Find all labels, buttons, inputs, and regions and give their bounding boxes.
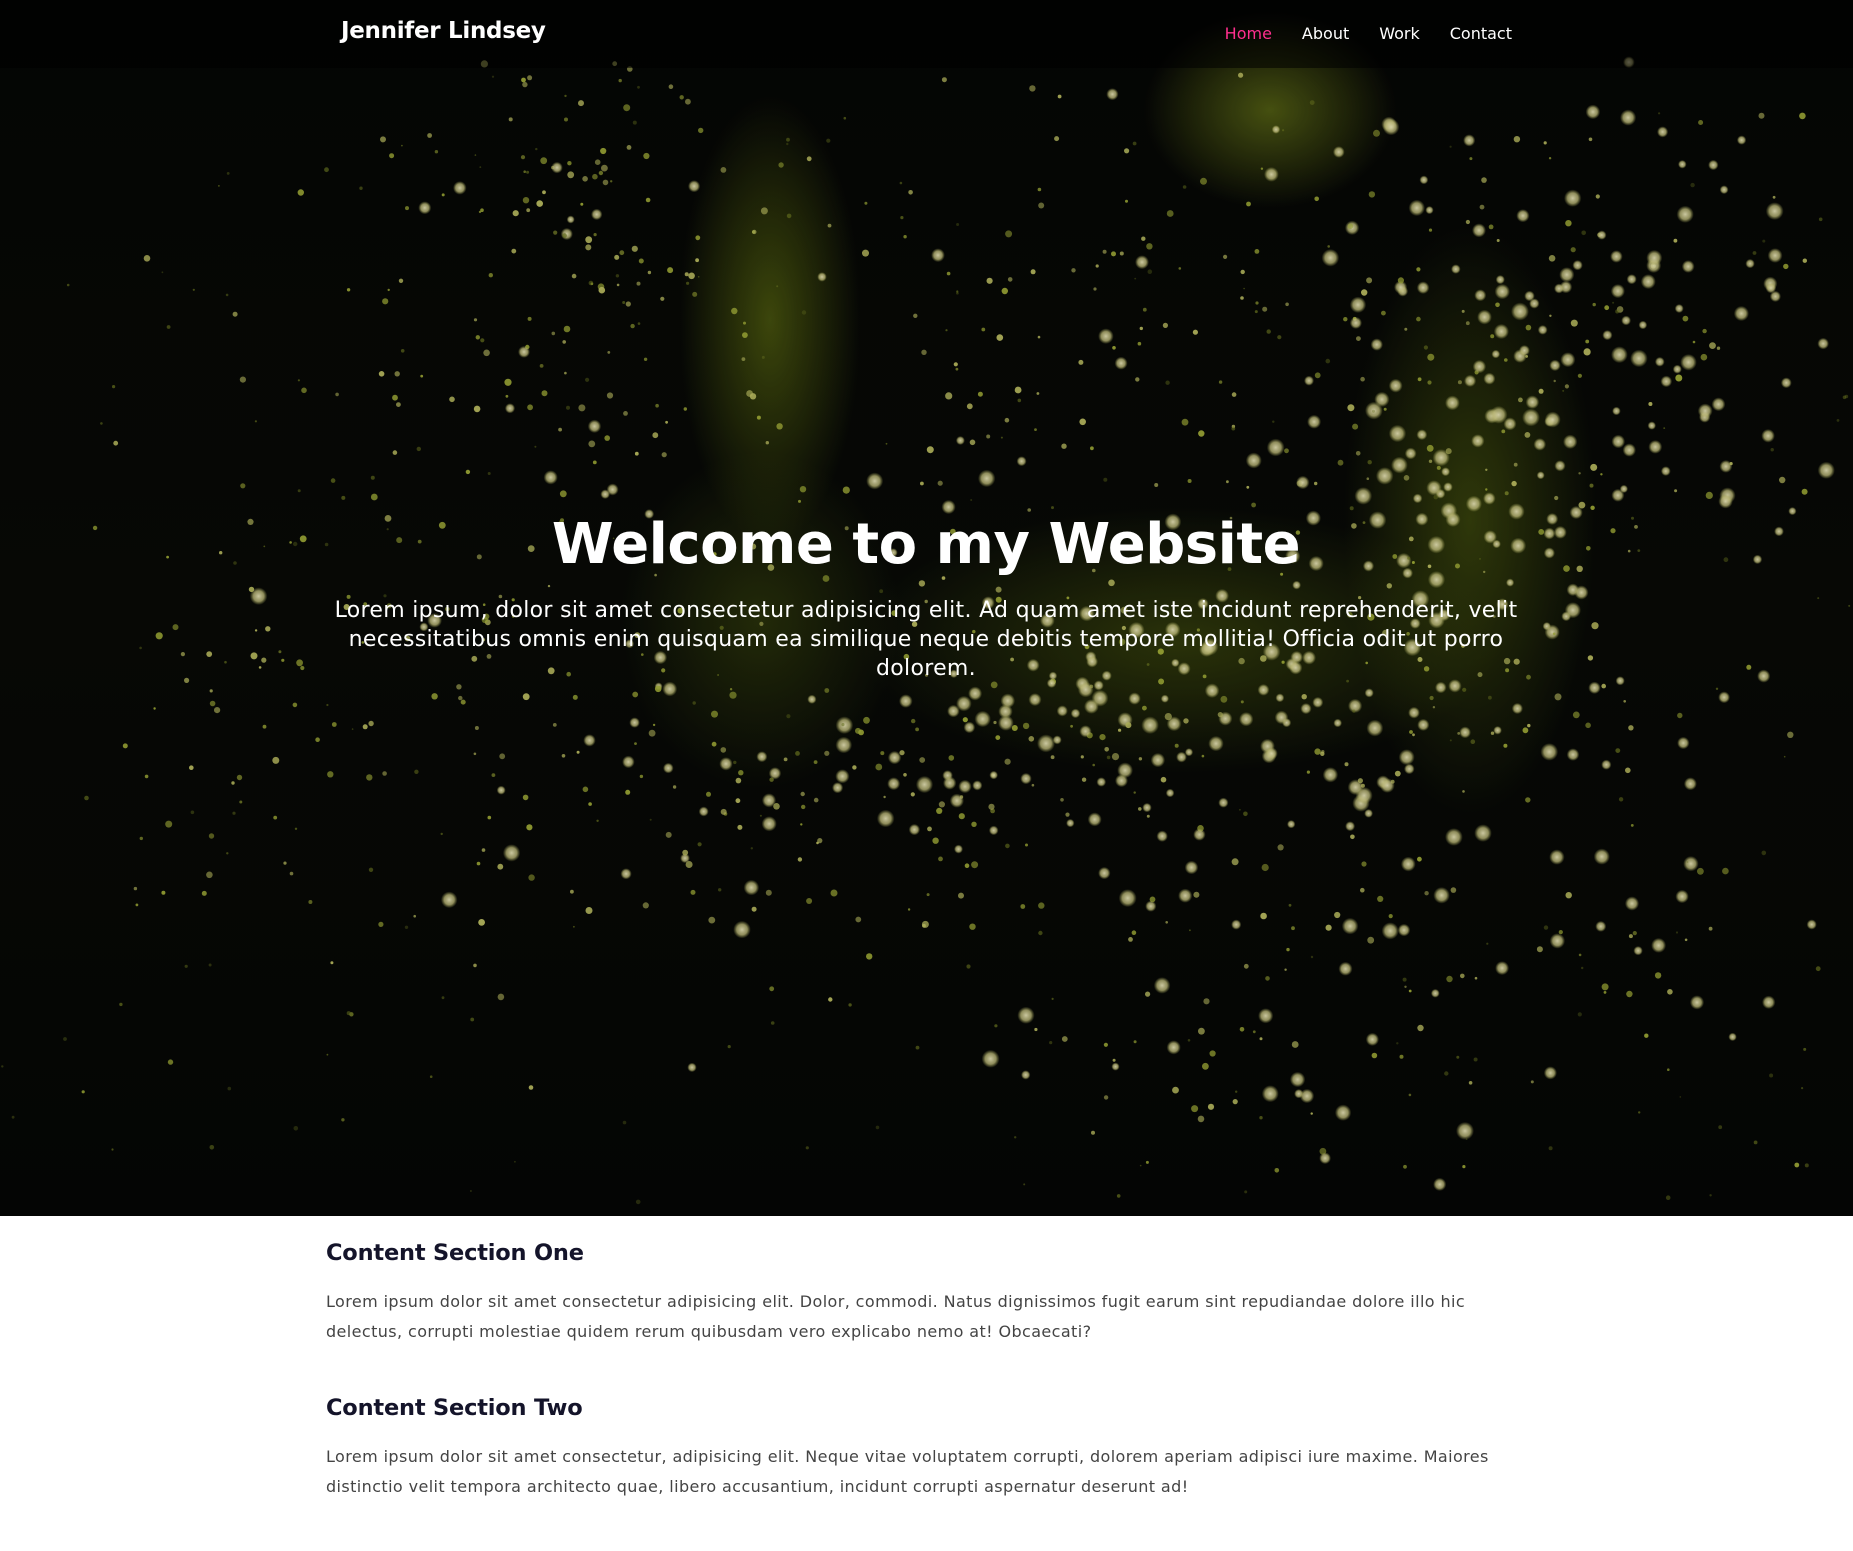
- main-content: Content Section One Lorem ipsum dolor si…: [326, 1216, 1526, 1502]
- section-text: Lorem ipsum dolor sit amet consectetur, …: [326, 1447, 1489, 1496]
- hero-title: Welcome to my Website: [551, 512, 1301, 577]
- section-text: Lorem ipsum dolor sit amet consectetur a…: [326, 1292, 1466, 1341]
- nav-menu: Home About Work Contact: [1225, 24, 1512, 43]
- nav-link-home[interactable]: Home: [1225, 24, 1272, 43]
- section-title: Content Section Two: [326, 1395, 583, 1421]
- brand-logo[interactable]: Jennifer Lindsey: [341, 18, 546, 44]
- section-title: Content Section One: [326, 1240, 584, 1266]
- hero-section: Welcome to my Website Lorem ipsum, dolor…: [0, 0, 1853, 1216]
- nav-link-work[interactable]: Work: [1379, 24, 1420, 43]
- content-section-one: Content Section One Lorem ipsum dolor si…: [326, 1236, 1526, 1347]
- nav-link-contact[interactable]: Contact: [1450, 24, 1512, 43]
- nav-item-work: Work: [1379, 24, 1420, 43]
- nav-item-contact: Contact: [1450, 24, 1512, 43]
- nav-link-about[interactable]: About: [1302, 24, 1349, 43]
- nav-item-about: About: [1302, 24, 1349, 43]
- hero-text: Lorem ipsum, dolor sit amet consectetur …: [334, 598, 1518, 681]
- content-section-two: Content Section Two Lorem ipsum dolor si…: [326, 1391, 1526, 1502]
- hero-content: Welcome to my Website Lorem ipsum, dolor…: [326, 508, 1526, 683]
- navbar: Jennifer Lindsey Home About Work Contact: [0, 0, 1853, 68]
- nav-item-home: Home: [1225, 24, 1272, 43]
